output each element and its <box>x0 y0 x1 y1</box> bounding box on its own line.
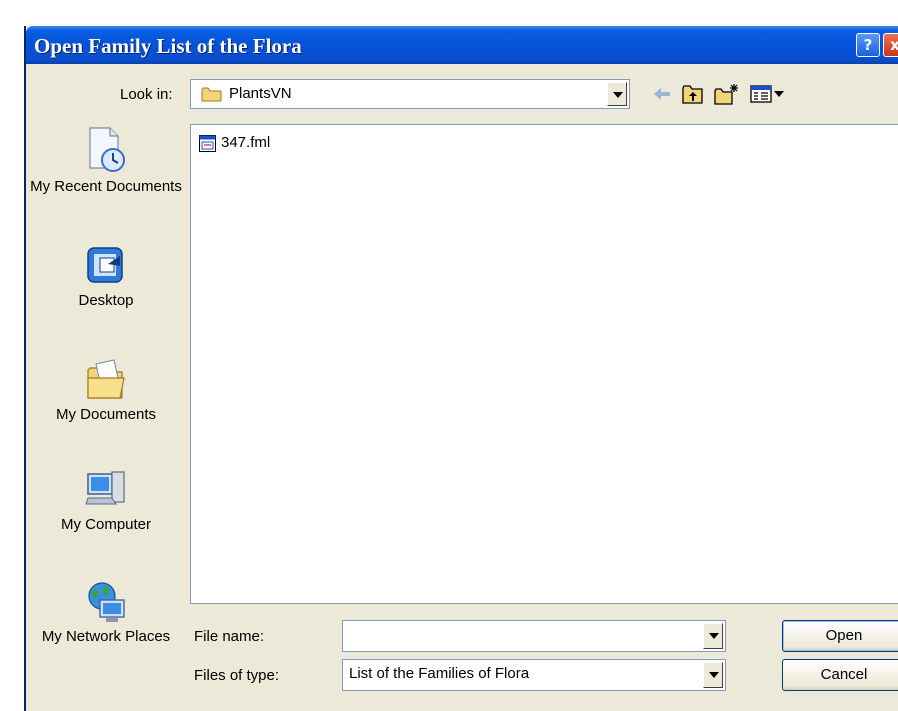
dialog-title: Open Family List of the Flora <box>34 34 302 58</box>
title-bar[interactable]: Open Family List of the Flora ? x <box>26 26 898 64</box>
chevron-down-icon[interactable] <box>607 82 627 106</box>
file-type-label: Files of type: <box>194 667 280 684</box>
look-in-label: Look in: <box>120 86 173 103</box>
file-type-select[interactable]: List of the Families of Flora <box>342 659 726 691</box>
place-network-places[interactable]: My Network Places <box>26 580 186 646</box>
place-label: My Computer <box>60 516 152 533</box>
network-places-icon <box>88 582 125 622</box>
place-label: Desktop <box>78 292 134 309</box>
open-button[interactable]: Open <box>782 620 898 652</box>
folder-icon <box>201 87 222 102</box>
close-button[interactable]: x <box>883 33 898 57</box>
file-name-label: File name: <box>194 628 265 645</box>
cancel-button[interactable]: Cancel <box>782 659 898 691</box>
place-label: My Documents <box>55 406 157 423</box>
back-arrow-icon[interactable] <box>652 83 672 105</box>
chevron-down-icon[interactable] <box>703 662 723 688</box>
look-in-value: PlantsVN <box>229 85 292 102</box>
help-button[interactable]: ? <box>856 33 880 57</box>
file-list[interactable]: 347.fml <box>190 124 898 604</box>
file-name: 347.fml <box>221 134 271 151</box>
desktop-icon <box>87 247 123 283</box>
my-computer-icon <box>85 471 125 505</box>
place-my-computer[interactable]: My Computer <box>26 468 186 534</box>
recent-documents-icon <box>89 127 125 172</box>
file-type-value: List of the Families of Flora <box>349 665 530 682</box>
place-label: My Network Places <box>41 628 171 645</box>
help-icon: ? <box>863 36 873 54</box>
my-documents-icon <box>87 359 125 399</box>
open-file-dialog: Open Family List of the Flora ? x Look i… <box>26 26 898 711</box>
place-my-documents[interactable]: My Documents <box>26 358 186 424</box>
up-one-level-icon[interactable] <box>682 83 704 105</box>
fml-file-icon <box>199 135 216 152</box>
chevron-down-icon[interactable] <box>703 623 723 649</box>
new-folder-icon[interactable] <box>714 83 740 105</box>
file-name-field[interactable] <box>342 620 726 652</box>
place-desktop[interactable]: Desktop <box>26 244 186 310</box>
place-label: My Recent Documents <box>30 178 182 195</box>
desktop-edge <box>0 0 26 711</box>
view-menu-icon[interactable] <box>750 83 786 105</box>
close-icon: x <box>890 36 898 54</box>
place-recent-documents[interactable]: My Recent Documents <box>26 126 186 196</box>
look-in-dropdown[interactable]: PlantsVN <box>190 79 630 109</box>
places-bar: My Recent Documents Desktop My Documents <box>26 120 186 711</box>
